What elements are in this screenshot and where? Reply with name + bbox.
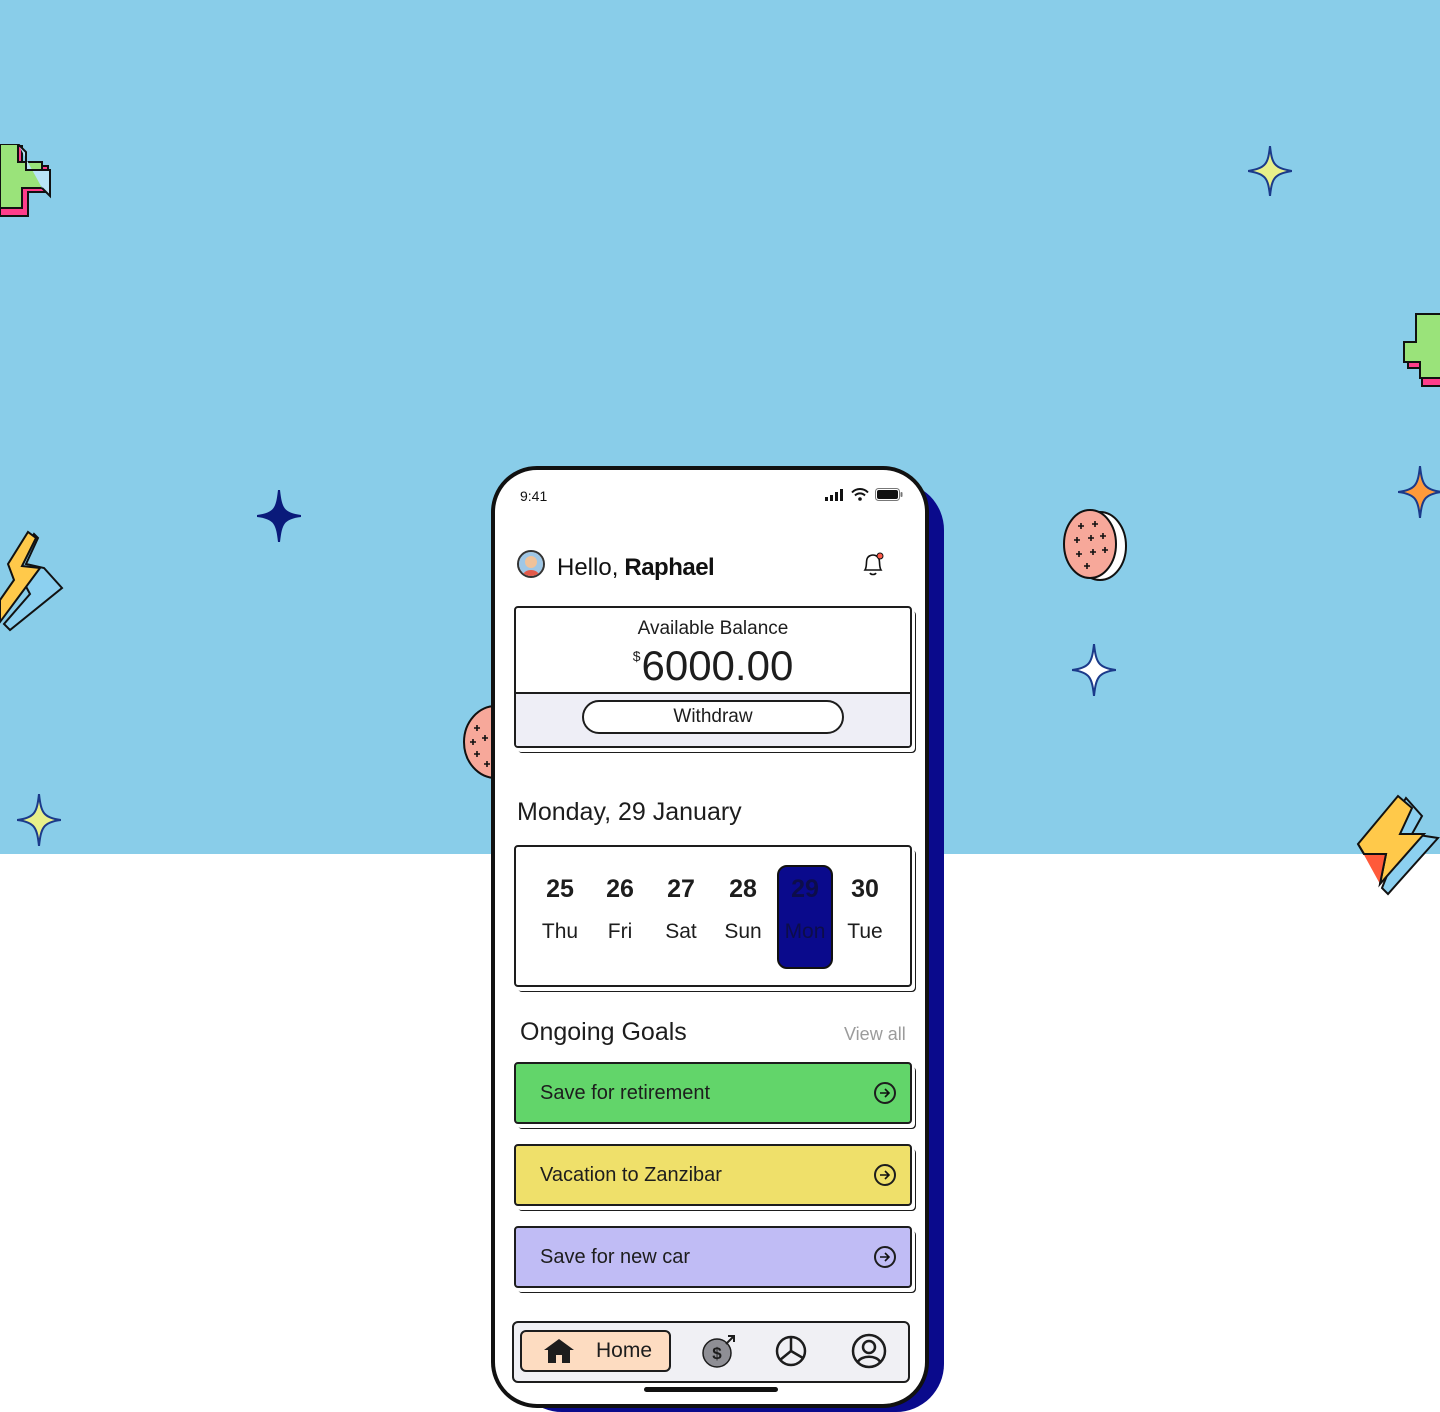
balance-value: 6000.00 <box>641 642 794 689</box>
day-number: 29 <box>791 875 819 903</box>
sparkle-decoration <box>17 794 61 846</box>
wifi-icon <box>851 488 869 501</box>
lightning-sticker-decoration <box>1356 794 1440 896</box>
day-number: 28 <box>729 875 757 903</box>
goal-item[interactable]: Save for new car <box>514 1226 912 1288</box>
arrow-right-icon[interactable] <box>874 1082 896 1104</box>
coin-sticker-decoration <box>1063 509 1127 581</box>
battery-icon <box>875 488 903 501</box>
balance-card: Available Balance $6000.00 Withdraw <box>514 606 912 748</box>
status-time: 9:41 <box>520 488 548 504</box>
calendar-day[interactable]: 27 Sat <box>653 865 709 969</box>
balance-amount: $6000.00 <box>516 642 910 690</box>
sparkle-decoration <box>257 490 301 542</box>
status-icons <box>825 488 903 501</box>
calendar-day-selected[interactable]: 29 Mon <box>777 865 833 969</box>
withdraw-button[interactable]: Withdraw <box>582 700 844 734</box>
currency-symbol: $ <box>632 648 641 664</box>
profile-icon[interactable] <box>850 1332 888 1370</box>
goal-item[interactable]: Save for retirement <box>514 1062 912 1124</box>
lightning-sticker-decoration <box>0 530 64 632</box>
sparkle-decoration <box>1398 466 1440 518</box>
pie-chart-icon[interactable] <box>772 1332 810 1370</box>
home-icon <box>544 1339 574 1363</box>
goal-label: Vacation to Zanzibar <box>540 1163 722 1186</box>
bottom-tab-bar: Home $ <box>512 1321 910 1383</box>
calendar-day[interactable]: 28 Sun <box>715 865 771 969</box>
day-weekday: Tue <box>847 920 883 943</box>
day-weekday: Sun <box>724 920 762 943</box>
greeting-text: Hello, <box>557 554 619 581</box>
goal-label: Save for new car <box>540 1245 691 1268</box>
balance-actions: Withdraw <box>516 692 910 746</box>
signal-icon <box>825 488 843 501</box>
day-number: 30 <box>851 875 879 903</box>
day-number: 26 <box>606 875 634 903</box>
calendar-day[interactable]: 25 Thu <box>532 865 588 969</box>
sparkle-decoration <box>1248 146 1292 196</box>
user-name: Raphael <box>624 554 715 581</box>
goals-title: Ongoing Goals <box>520 1018 687 1046</box>
greeting: Hello, Raphael <box>557 554 715 582</box>
cross-sticker-decoration <box>1403 313 1440 387</box>
date-title: Monday, 29 January <box>517 798 742 826</box>
view-all-link[interactable]: View all <box>844 1024 906 1045</box>
tab-home-label: Home <box>596 1339 653 1362</box>
balance-label: Available Balance <box>637 618 789 639</box>
svg-text:$: $ <box>712 1344 722 1363</box>
home-indicator <box>644 1387 778 1392</box>
day-number: 25 <box>546 875 574 903</box>
day-weekday: Mon <box>784 920 826 943</box>
phone-screen: 9:41 Hello, Raphael Available Balance $6… <box>491 466 929 1408</box>
day-weekday: Fri <box>607 920 633 943</box>
calendar-day[interactable]: 30 Tue <box>837 865 893 969</box>
day-weekday: Sat <box>665 920 697 943</box>
money-transfer-icon[interactable]: $ <box>700 1332 738 1370</box>
day-number: 27 <box>667 875 695 903</box>
cross-sticker-decoration <box>0 144 51 217</box>
goal-item[interactable]: Vacation to Zanzibar <box>514 1144 912 1206</box>
goal-label: Save for retirement <box>540 1081 711 1104</box>
calendar-day[interactable]: 26 Fri <box>592 865 648 969</box>
sparkle-decoration <box>1072 644 1116 696</box>
avatar[interactable] <box>517 550 545 578</box>
calendar-strip: 25 Thu 26 Fri 27 Sat 28 Sun 29 Mon 30 Tu… <box>514 845 912 987</box>
day-weekday: Thu <box>541 920 579 943</box>
arrow-right-icon[interactable] <box>874 1164 896 1186</box>
notification-bell-icon[interactable] <box>859 550 887 580</box>
tab-home[interactable]: Home <box>520 1330 671 1372</box>
arrow-right-icon[interactable] <box>874 1246 896 1268</box>
